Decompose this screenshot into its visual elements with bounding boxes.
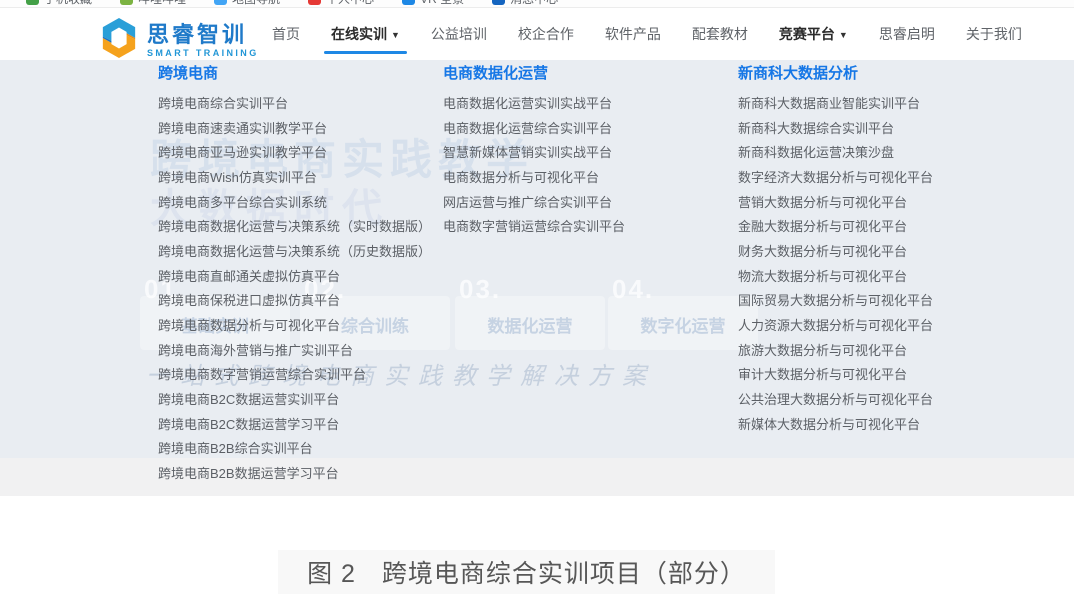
nav-item[interactable]: 公益培训 <box>431 8 487 60</box>
nav-item-label: 软件产品 <box>605 26 661 42</box>
menu-item[interactable]: 跨境电商海外营销与推广实训平台 <box>158 339 431 364</box>
menu-item[interactable]: 跨境电商直邮通关虚拟仿真平台 <box>158 265 431 290</box>
bookmark-favicon <box>492 0 505 5</box>
nav-item-label: 校企合作 <box>518 26 574 42</box>
nav-item-label: 配套教材 <box>692 26 748 42</box>
nav-item-label: 公益培训 <box>431 26 487 42</box>
menu-item[interactable]: 旅游大数据分析与可视化平台 <box>738 339 933 364</box>
nav-item-label: 思睿启明 <box>879 26 935 42</box>
bookmark-item[interactable]: VR 全景 <box>402 0 464 7</box>
nav-item[interactable]: 软件产品 <box>605 8 661 60</box>
menu-item[interactable]: 跨境电商B2C数据运营实训平台 <box>158 388 431 413</box>
menu-item[interactable]: 新商科大数据综合实训平台 <box>738 117 933 142</box>
menu-item[interactable]: 审计大数据分析与可视化平台 <box>738 363 933 388</box>
menu-item[interactable]: 新商科大数据商业智能实训平台 <box>738 92 933 117</box>
menu-column-title[interactable]: 跨境电商 <box>158 64 218 84</box>
nav-item[interactable]: 首页 <box>272 8 300 60</box>
bookmark-favicon <box>402 0 415 5</box>
menu-item[interactable]: 电商数据化运营综合实训平台 <box>443 117 625 142</box>
chevron-down-icon: ▼ <box>391 30 400 40</box>
menu-item[interactable]: 跨境电商数据化运营与决策系统（实时数据版） <box>158 215 431 240</box>
bookmark-item[interactable]: 个人中心 <box>308 0 374 7</box>
menu-item[interactable]: 人力资源大数据分析与可视化平台 <box>738 314 933 339</box>
bookmark-favicon <box>26 0 39 5</box>
nav-item-label: 在线实训 <box>331 26 387 42</box>
nav-item[interactable]: 配套教材 <box>692 8 748 60</box>
menu-item[interactable]: 电商数据化运营实训实战平台 <box>443 92 625 117</box>
nav-item[interactable]: 校企合作 <box>518 8 574 60</box>
bookmark-label: 哔哩哔哩 <box>138 0 186 7</box>
bookmark-label: 手机收藏 <box>44 0 92 7</box>
menu-item[interactable]: 金融大数据分析与可视化平台 <box>738 215 933 240</box>
menu-item[interactable]: 跨境电商亚马逊实训教学平台 <box>158 141 431 166</box>
menu-item[interactable]: 跨境电商数据化运营与决策系统（历史数据版） <box>158 240 431 265</box>
bookmark-item[interactable]: 手机收藏 <box>26 0 92 7</box>
site-logo[interactable]: 思睿智训 SMART TRAINING <box>100 17 259 64</box>
page: 手机收藏 哔哩哔哩 地图导航 个人中心 VR 全景 消息中心 思睿智训 SMART TRA… <box>0 0 1074 607</box>
figure-caption: 图 2 跨境电商综合实训项目（部分） <box>307 554 746 590</box>
bookmark-label: 个人中心 <box>326 0 374 7</box>
menu-item[interactable]: 营销大数据分析与可视化平台 <box>738 191 933 216</box>
menu-item[interactable]: 网店运营与推广综合实训平台 <box>443 191 625 216</box>
bookmark-label: VR 全景 <box>420 0 464 7</box>
menu-item[interactable]: 跨境电商B2C数据运营学习平台 <box>158 413 431 438</box>
chevron-down-icon: ▼ <box>839 30 848 40</box>
menu-item[interactable]: 跨境电商数据分析与可视化平台 <box>158 314 431 339</box>
menu-item[interactable]: 跨境电商速卖通实训教学平台 <box>158 117 431 142</box>
bookmark-label: 消息中心 <box>510 0 558 7</box>
bookmark-favicon <box>214 0 227 5</box>
menu-item[interactable]: 智慧新媒体营销实训实战平台 <box>443 141 625 166</box>
nav-item-label: 关于我们 <box>966 26 1022 42</box>
logo-name: 思睿智训 <box>147 24 259 46</box>
bookmark-label: 地图导航 <box>232 0 280 7</box>
menu-item[interactable]: 国际贸易大数据分析与可视化平台 <box>738 289 933 314</box>
nav-item[interactable]: 在线实训 ▼ <box>331 8 400 60</box>
figure-caption-box: 图 2 跨境电商综合实训项目（部分） <box>278 550 775 594</box>
browser-bookmarks-bar: 手机收藏 哔哩哔哩 地图导航 个人中心 VR 全景 消息中心 <box>0 0 1074 8</box>
nav-item-label: 首页 <box>272 26 300 42</box>
bookmark-item[interactable]: 地图导航 <box>214 0 280 7</box>
nav-item-label: 竞赛平台 <box>779 26 835 42</box>
bookmark-favicon <box>308 0 321 5</box>
menu-item[interactable]: 跨境电商Wish仿真实训平台 <box>158 166 431 191</box>
bookmark-item[interactable]: 哔哩哔哩 <box>120 0 186 7</box>
nav-item[interactable]: 思睿启明 <box>879 8 935 60</box>
menu-item[interactable]: 跨境电商数字营销运营综合实训平台 <box>158 363 431 388</box>
bookmark-item[interactable]: 消息中心 <box>492 0 558 7</box>
menu-item[interactable]: 电商数据分析与可视化平台 <box>443 166 625 191</box>
menu-item[interactable]: 电商数字营销运营综合实训平台 <box>443 215 625 240</box>
main-nav: 首页 在线实训 ▼ 公益培训 校企合作 软件产品 配套教材 竞赛平台 ▼ 思睿启明 关于我们 <box>272 8 1022 60</box>
menu-item[interactable]: 物流大数据分析与可视化平台 <box>738 265 933 290</box>
menu-column-title[interactable]: 新商科大数据分析 <box>738 64 858 84</box>
nav-item[interactable]: 关于我们 <box>966 8 1022 60</box>
menu-item[interactable]: 跨境电商多平台综合实训系统 <box>158 191 431 216</box>
menu-item[interactable]: 新媒体大数据分析与可视化平台 <box>738 413 933 438</box>
logo-subtitle: SMART TRAINING <box>147 49 259 58</box>
menu-item[interactable]: 数字经济大数据分析与可视化平台 <box>738 166 933 191</box>
mega-menu-dropdown: 跨境电商实践教学 大数据时代 一站式跨境电商实践教学解决方案 01.基础实训02… <box>0 60 1074 496</box>
menu-item[interactable]: 财务大数据分析与可视化平台 <box>738 240 933 265</box>
menu-item[interactable]: 跨境电商B2B综合实训平台 <box>158 437 431 462</box>
bookmark-favicon <box>120 0 133 5</box>
nav-item[interactable]: 竞赛平台 ▼ <box>779 8 848 60</box>
menu-item[interactable]: 新商科数据化运营决策沙盘 <box>738 141 933 166</box>
menu-item[interactable]: 跨境电商B2B数据运营学习平台 <box>158 462 431 487</box>
menu-column-title[interactable]: 电商数据化运营 <box>443 64 548 84</box>
menu-item[interactable]: 跨境电商保税进口虚拟仿真平台 <box>158 289 431 314</box>
menu-item[interactable]: 跨境电商综合实训平台 <box>158 92 431 117</box>
logo-text: 思睿智训 SMART TRAINING <box>147 24 259 58</box>
site-header: 思睿智训 SMART TRAINING 首页 在线实训 ▼ 公益培训 校企合作 软件产品 配… <box>0 8 1074 60</box>
menu-item[interactable]: 公共治理大数据分析与可视化平台 <box>738 388 933 413</box>
logo-hexagon-icon <box>100 17 138 64</box>
